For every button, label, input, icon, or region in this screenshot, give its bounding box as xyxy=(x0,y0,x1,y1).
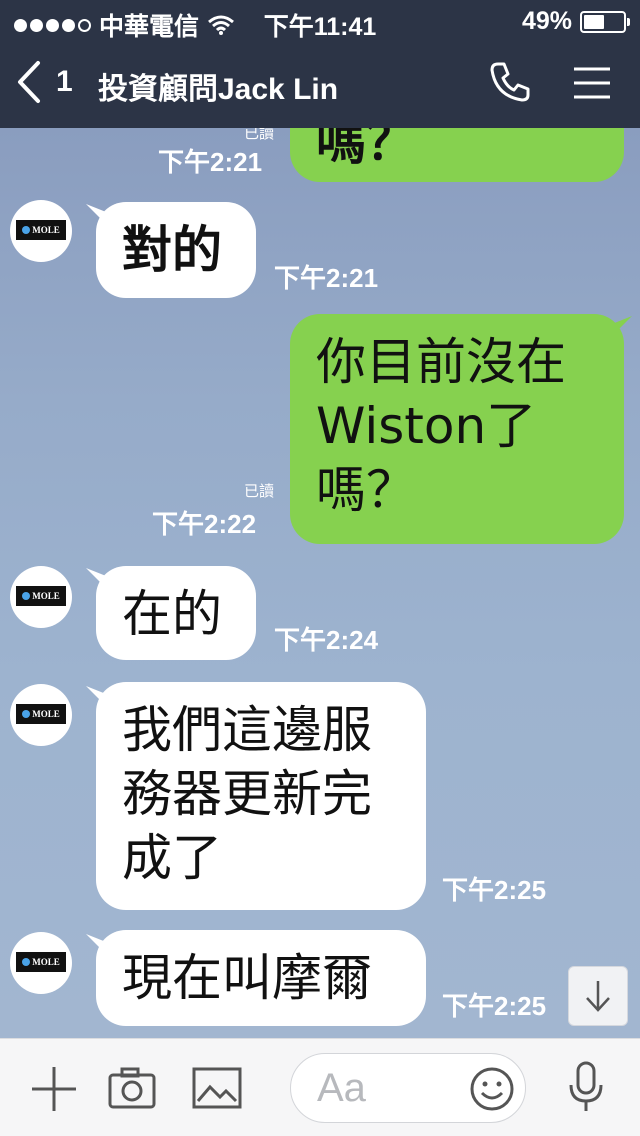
message-time: 下午2:22 xyxy=(152,509,257,539)
avatar[interactable]: MOLE xyxy=(10,566,72,628)
message-input[interactable]: Aa xyxy=(290,1053,526,1123)
input-placeholder: Aa xyxy=(317,1066,366,1110)
message-time: 下午2:25 xyxy=(442,875,547,905)
battery-percent: 49% xyxy=(521,7,572,35)
message-time: 下午2:25 xyxy=(442,991,547,1021)
message-bubble-outgoing[interactable]: 你目前沒在 Wiston了 嗎？ xyxy=(290,314,624,544)
back-chevron-icon xyxy=(18,61,40,103)
chat-header: 1 投資顧問Jack Lin xyxy=(0,42,640,128)
microphone-icon[interactable] xyxy=(568,1061,604,1115)
battery-group: 49% xyxy=(521,7,630,36)
avatar[interactable]: MOLE xyxy=(10,200,72,262)
message-text: 對的 xyxy=(122,221,222,279)
avatar[interactable]: MOLE xyxy=(10,684,72,746)
mole-logo: MOLE xyxy=(16,952,66,972)
menu-icon[interactable] xyxy=(572,66,612,100)
image-icon[interactable] xyxy=(192,1067,242,1109)
message-text-line: 成了 xyxy=(122,829,222,887)
message-bubble-incoming[interactable]: 現在叫摩爾 xyxy=(96,930,426,1026)
emoji-icon[interactable] xyxy=(469,1066,515,1112)
message-text: 現在叫摩爾 xyxy=(122,949,372,1007)
message-bubble-outgoing[interactable]: 嗎？ xyxy=(290,128,624,182)
chat-title: 投資顧問Jack Lin xyxy=(98,73,339,106)
message-text-line: 嗎？ xyxy=(316,461,416,519)
message-bubble-incoming[interactable]: 我們這邊服 務器更新完 成了 xyxy=(96,682,426,910)
input-bar: Aa xyxy=(0,1038,640,1136)
message-time: 下午2:21 xyxy=(274,263,379,293)
unread-count: 1 xyxy=(56,65,73,98)
message-text: 在的 xyxy=(122,585,222,643)
phone-icon[interactable] xyxy=(488,60,532,104)
back-button[interactable]: 1 xyxy=(16,60,73,104)
message-bubble-incoming[interactable]: 對的 xyxy=(96,202,256,298)
message-text-line: Wiston了 xyxy=(316,397,537,455)
avatar[interactable]: MOLE xyxy=(10,932,72,994)
message-time: 下午2:24 xyxy=(274,625,379,655)
message-time: 下午2:21 xyxy=(158,147,263,177)
message-text: 嗎？ xyxy=(316,128,416,171)
message-text-line: 務器更新完 xyxy=(122,765,372,823)
message-text-line: 你目前沒在 xyxy=(316,333,566,391)
status-bar: 中華電信 下午11:41 49% xyxy=(0,0,640,42)
message-bubble-incoming[interactable]: 在的 xyxy=(96,566,256,660)
mole-logo: MOLE xyxy=(16,220,66,240)
scroll-to-bottom-button[interactable] xyxy=(568,966,628,1026)
chat-history[interactable]: 嗎？ 已讀 下午2:21 MOLE 對的 下午2:21 你目前沒在 Wiston… xyxy=(0,128,640,1038)
message-text-line: 我們這邊服 xyxy=(122,701,372,759)
read-receipt: 已讀 xyxy=(244,482,275,500)
read-receipt: 已讀 xyxy=(244,128,275,142)
arrow-down-icon xyxy=(586,981,610,1012)
battery-icon xyxy=(580,10,630,33)
camera-icon[interactable] xyxy=(108,1067,156,1109)
mole-logo: MOLE xyxy=(16,704,66,724)
mole-logo: MOLE xyxy=(16,586,66,606)
plus-icon[interactable] xyxy=(30,1065,78,1113)
